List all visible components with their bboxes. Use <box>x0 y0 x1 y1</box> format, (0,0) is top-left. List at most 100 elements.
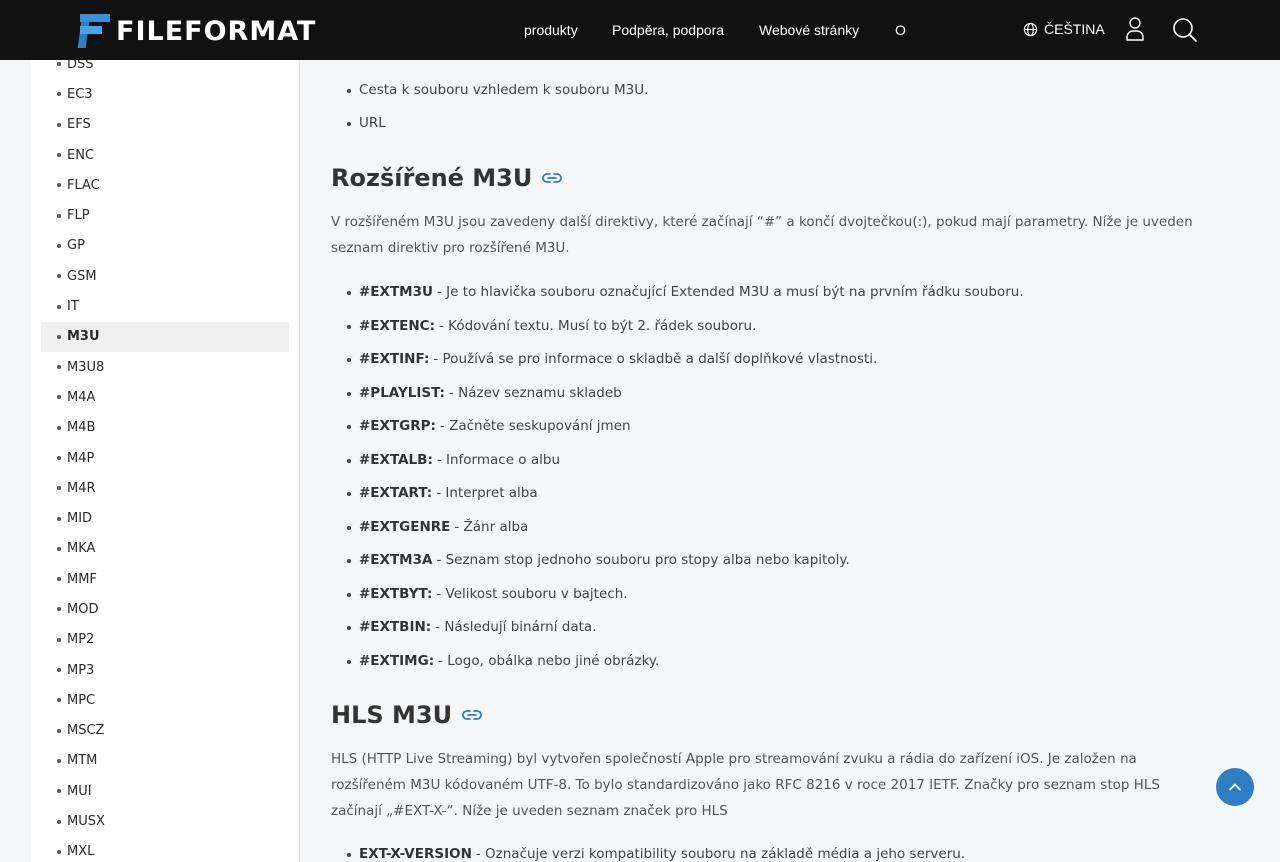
link-icon[interactable] <box>542 172 563 184</box>
sidebar-item-m4b[interactable]: M4B <box>41 413 289 443</box>
directive-item: #EXTGENRE - Žánr alba <box>347 518 529 535</box>
sidebar-item-m3u8[interactable]: M3U8 <box>41 352 289 382</box>
bullet-icon <box>347 659 351 664</box>
sidebar-item-label: ENC <box>67 147 95 163</box>
chevron-up-icon <box>1229 783 1241 791</box>
nav-products[interactable]: produkty <box>524 22 578 38</box>
directive-item: #EXTALB: - Informace o albu <box>347 452 560 468</box>
sidebar-item-efs[interactable]: EFS <box>41 110 289 140</box>
bullet-icon <box>57 153 61 158</box>
link-icon[interactable] <box>462 709 482 721</box>
bullet-icon <box>347 122 351 126</box>
directive-name: #EXTINF: <box>359 351 430 367</box>
section-heading-extended: Rozšířené M3U <box>331 164 563 192</box>
directive-name: #EXTART: <box>359 485 433 501</box>
tag-description: - Označuje verzi kompatibility souboru n… <box>475 846 966 862</box>
bullet-icon <box>57 456 61 460</box>
sidebar-item-ec3[interactable]: EC3 <box>41 79 289 109</box>
sidebar-item-m4r[interactable]: M4R <box>41 473 289 503</box>
bullet-icon <box>57 62 61 67</box>
directive-item: #EXTENC: - Kódování textu. Musí to být 2.… <box>347 318 756 334</box>
nav-about[interactable]: O <box>895 22 906 38</box>
user-icon[interactable] <box>1124 16 1146 42</box>
nav-websites[interactable]: Webové stránky <box>759 22 859 38</box>
bullet-icon <box>57 849 61 854</box>
directive-name: #EXTBIN: <box>359 619 432 635</box>
sidebar-item-m3u[interactable]: M3U <box>41 321 289 352</box>
search-icon[interactable] <box>1171 16 1199 44</box>
bullet-icon <box>57 728 61 733</box>
bullet-icon <box>57 425 61 430</box>
sidebar-item-label: MMF <box>67 571 97 587</box>
sidebar-item-mp3[interactable]: MP3 <box>41 655 289 685</box>
logo-mark-icon <box>77 14 110 48</box>
sidebar-item-mtm[interactable]: MTM <box>41 746 289 776</box>
bullet-icon <box>347 592 351 597</box>
sidebar-item-label: MUI <box>67 783 92 799</box>
sidebar-item-mid[interactable]: MID <box>41 503 289 533</box>
sidebar-item-label: MPC <box>67 692 96 708</box>
directive-name: #EXTBYT: <box>359 585 433 602</box>
sidebar-item-m4p[interactable]: M4P <box>41 443 289 473</box>
sidebar-item-m4a[interactable]: M4A <box>41 382 289 412</box>
sidebar-item-mka[interactable]: MKA <box>41 534 289 564</box>
bullet-icon <box>57 334 61 339</box>
tag-name: EXT-X-VERSION <box>359 846 472 862</box>
bullet-icon <box>57 122 61 127</box>
sidebar-item-label: MTM <box>67 753 98 769</box>
bullet-icon <box>57 395 61 400</box>
bullet-icon <box>347 525 351 530</box>
sidebar-item-label: MP2 <box>67 632 95 648</box>
bullet-icon <box>57 365 61 370</box>
directive-description: - Seznam stop jednoho souboru pro stopy … <box>436 552 850 568</box>
sidebar-item-label: EC3 <box>67 86 93 102</box>
sidebar-item-mmf[interactable]: MMF <box>41 564 289 594</box>
bullet-icon <box>347 324 351 329</box>
sidebar-item-enc[interactable]: ENC <box>41 140 289 170</box>
sidebar-item-label: M4R <box>67 480 96 496</box>
directive-description: - Žánr alba <box>454 518 529 535</box>
bullet-icon <box>57 668 61 673</box>
list-item-text: Cesta k souboru vzhledem k souboru M3U. <box>359 82 649 98</box>
sidebar-item-gp[interactable]: GP <box>41 231 289 261</box>
sidebar-item-mscz[interactable]: MSCZ <box>41 716 289 746</box>
sidebar-item-mui[interactable]: MUI <box>41 776 289 806</box>
bullet-icon <box>57 637 61 642</box>
directive-description: - Název seznamu skladeb <box>448 384 622 401</box>
directive-description: - Velikost souboru v bajtech. <box>436 585 628 602</box>
sidebar-item-mpc[interactable]: MPC <box>41 685 289 715</box>
bullet-icon <box>57 304 61 309</box>
sidebar-item-label: MUSX <box>67 814 105 830</box>
directive-name: #EXTM3A <box>359 552 433 568</box>
sidebar-item-mod[interactable]: MOD <box>41 594 289 624</box>
sidebar-item-musx[interactable]: MUSX <box>41 806 289 836</box>
sidebar-item-mp2[interactable]: MP2 <box>41 625 289 655</box>
directive-item: #EXTINF: - Používá se pro informace o skl… <box>347 351 877 367</box>
sidebar-item-label: EFS <box>67 117 91 133</box>
list-item-text: URL <box>359 115 386 131</box>
sidebar-item-gsm[interactable]: GSM <box>41 261 289 291</box>
bullet-icon <box>347 626 351 630</box>
sidebar-item-mxl[interactable]: MXL <box>41 837 289 862</box>
bullet-icon <box>347 492 351 496</box>
language-label: ČEŠTINA <box>1044 21 1105 37</box>
sidebar-item-label: FLP <box>67 208 90 224</box>
sidebar-item-flp[interactable]: FLP <box>41 200 289 230</box>
bullet-icon <box>347 358 351 362</box>
sidebar-item-it[interactable]: IT <box>41 291 289 321</box>
directive-item: #EXTBYT: - Velikost souboru v bajtech. <box>347 585 628 602</box>
bullet-icon <box>57 577 61 582</box>
nav-support[interactable]: Podpěra, podpora <box>612 22 724 38</box>
directive-item: #EXTGRP: - Začněte seskupování jmen <box>347 418 631 434</box>
language-selector[interactable]: ČEŠTINA <box>1023 21 1105 37</box>
site-logo[interactable]: FILEFORMAT <box>77 14 316 48</box>
directive-description: - Následují binární data. <box>435 619 597 635</box>
bullet-icon <box>347 458 351 463</box>
extended-description: V rozšířeném M3U jsou zavedeny další dir… <box>331 214 1193 256</box>
directive-name: #EXTIMG: <box>359 652 435 669</box>
scroll-to-top-button[interactable] <box>1216 768 1254 806</box>
sidebar-item-flac[interactable]: FLAC <box>41 170 289 200</box>
sidebar-item-label: M3U <box>67 329 100 345</box>
bullet-icon <box>57 183 61 188</box>
sidebar-item-label: M3U8 <box>67 359 105 375</box>
